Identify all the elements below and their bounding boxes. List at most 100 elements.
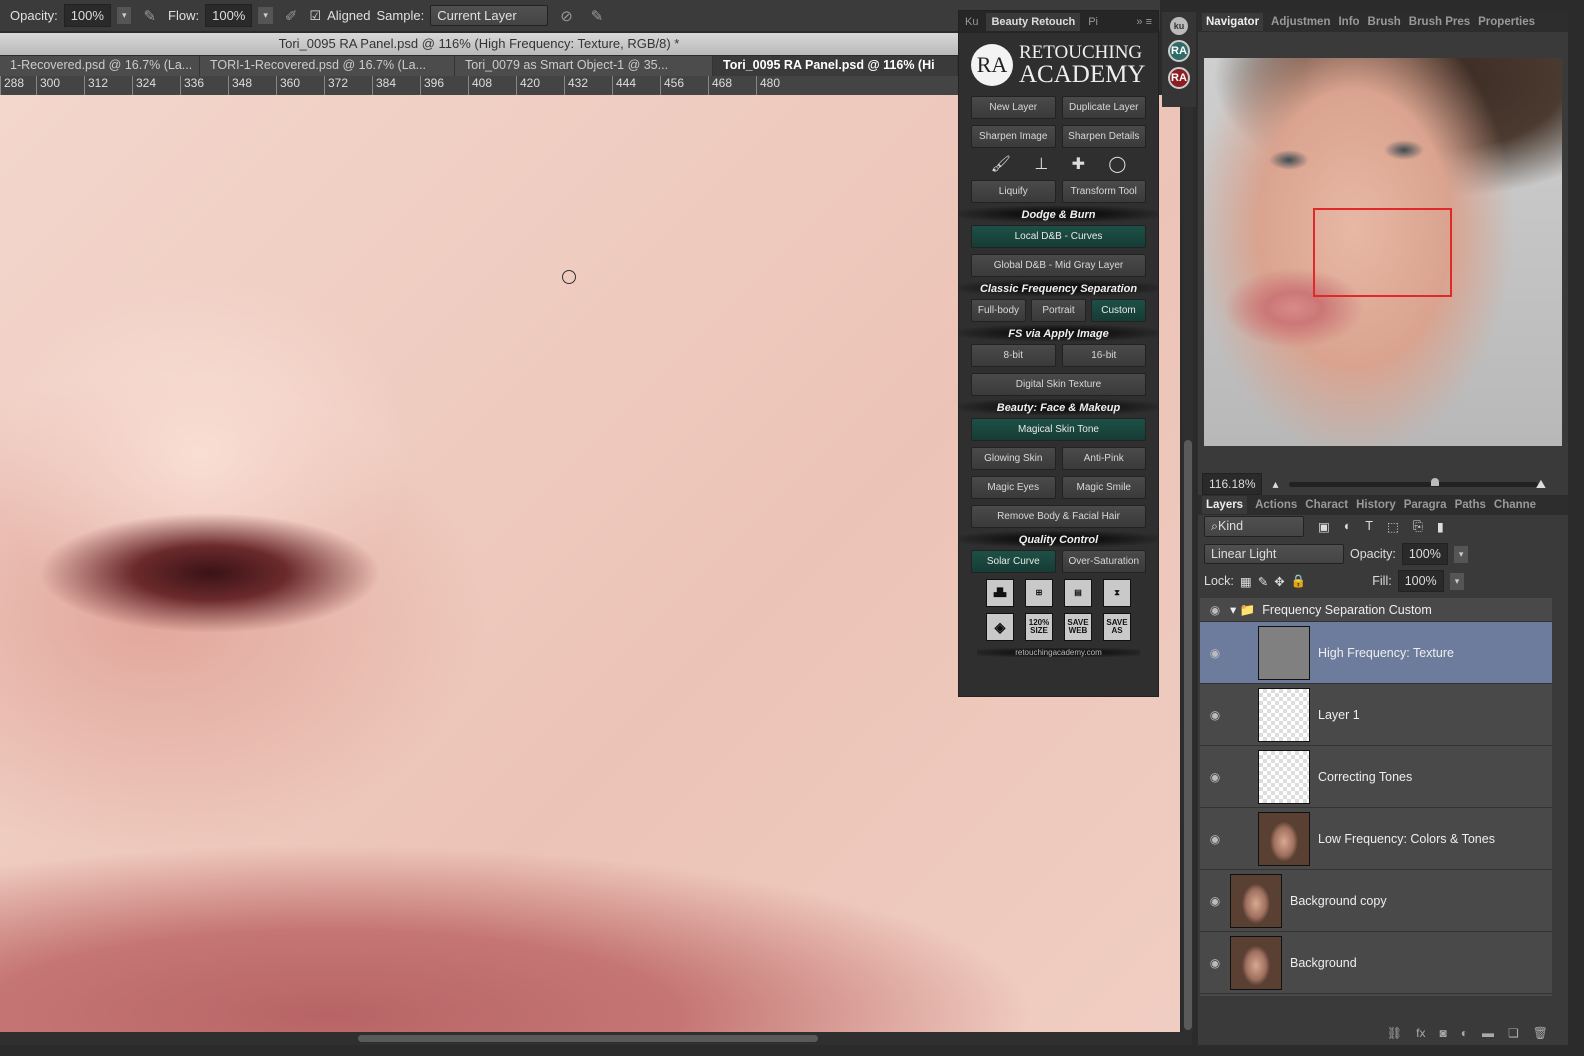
fill-field[interactable]: 100%: [1397, 570, 1444, 592]
duplicate-layer-button[interactable]: Duplicate Layer: [1061, 96, 1146, 119]
new-group-icon[interactable]: ▬: [1482, 1026, 1494, 1040]
website-link[interactable]: retouchingacademy.com: [977, 648, 1140, 657]
layer-opacity-field[interactable]: 100%: [1401, 543, 1448, 565]
airbrush-icon[interactable]: ✐: [285, 7, 298, 25]
new-layer-button[interactable]: New Layer: [971, 96, 1056, 119]
tab-paths[interactable]: Paths: [1455, 499, 1486, 511]
zoom-in-icon[interactable]: ⛰: [1536, 477, 1546, 492]
type-filter-icon[interactable]: T: [1365, 519, 1373, 533]
healing-bandage-icon[interactable]: ✚: [1072, 154, 1085, 174]
size-120-button[interactable]: 120% SIZE: [1025, 613, 1053, 641]
panel-tab-beauty-retouch[interactable]: Beauty Retouch: [986, 13, 1081, 31]
ra-panel-button[interactable]: RA: [1168, 40, 1190, 62]
adjustment-layer-icon[interactable]: ◐: [1461, 1026, 1468, 1040]
portrait-button[interactable]: Portrait: [1031, 299, 1086, 322]
tab-info[interactable]: Info: [1338, 16, 1359, 28]
histogram-icon[interactable]: ▟▙: [986, 579, 1014, 607]
glowing-skin-button[interactable]: Glowing Skin: [971, 447, 1056, 470]
layer-row[interactable]: ◉ Background: [1200, 932, 1552, 994]
pressure-size-icon[interactable]: ✎: [591, 7, 604, 25]
group-expand-icon[interactable]: ▾ 📁: [1230, 602, 1255, 618]
global-db-button[interactable]: Global D&B - Mid Gray Layer: [971, 254, 1146, 277]
gradient-map-icon[interactable]: ▤: [1064, 579, 1092, 607]
lock-pixels-icon[interactable]: ✎: [1258, 574, 1268, 589]
tab-brush[interactable]: Brush: [1368, 16, 1401, 28]
layer-row[interactable]: ◉ High Frequency: Texture: [1200, 622, 1552, 684]
navigator-view-box[interactable]: [1313, 208, 1452, 297]
digital-skin-texture-button[interactable]: Digital Skin Texture: [971, 373, 1146, 396]
sharpen-image-button[interactable]: Sharpen Image: [971, 125, 1056, 148]
lasso-icon[interactable]: ◯: [1108, 154, 1126, 174]
tab-actions[interactable]: Actions: [1255, 499, 1297, 511]
anti-pink-button[interactable]: Anti-Pink: [1061, 447, 1146, 470]
save-as-button[interactable]: SAVE AS: [1103, 613, 1131, 641]
save-web-button[interactable]: SAVE WEB: [1064, 613, 1092, 641]
tab-character[interactable]: Charact: [1305, 499, 1348, 511]
eye-icon[interactable]: ◉: [1200, 646, 1230, 660]
shape-filter-icon[interactable]: ⬚: [1387, 519, 1399, 534]
zoom-out-icon[interactable]: ▴: [1272, 477, 1278, 491]
lock-all-icon[interactable]: 🔒: [1291, 574, 1307, 589]
magic-eyes-button[interactable]: Magic Eyes: [971, 476, 1056, 499]
brush-tool-icon[interactable]: 🖌: [991, 154, 1011, 174]
mask-icon[interactable]: ◙: [1440, 1026, 1447, 1040]
tab-properties[interactable]: Properties: [1478, 16, 1535, 28]
clone-stamp-icon[interactable]: ⊥: [1034, 154, 1048, 174]
zoom-field[interactable]: 116.18%: [1202, 473, 1263, 495]
transform-tool-button[interactable]: Transform Tool: [1061, 180, 1146, 203]
eye-icon[interactable]: ◉: [1200, 956, 1230, 970]
doc-tab[interactable]: TORI-1-Recovered.psd @ 16.7% (La...: [200, 56, 455, 76]
curves-grid-icon[interactable]: ⊞: [1025, 579, 1053, 607]
8-bit-button[interactable]: 8-bit: [971, 344, 1056, 367]
layer-row[interactable]: ◉ Layer 1: [1200, 684, 1552, 746]
layer-row[interactable]: ◉ Background copy: [1200, 870, 1552, 932]
vertical-scroll-thumb[interactable]: [1184, 440, 1192, 1030]
adjustment-filter-icon[interactable]: ◐: [1344, 519, 1352, 533]
tab-brush-presets[interactable]: Brush Pres: [1409, 16, 1470, 28]
full-body-button[interactable]: Full-body: [971, 299, 1026, 322]
lock-position-icon[interactable]: ✥: [1274, 574, 1284, 589]
16-bit-button[interactable]: 16-bit: [1061, 344, 1146, 367]
eye-icon[interactable]: ◉: [1200, 603, 1230, 617]
eye-icon[interactable]: ◉: [1200, 708, 1230, 722]
doc-tab[interactable]: Tori_0079 as Smart Object-1 @ 35...: [455, 56, 713, 76]
panel-tab-pi[interactable]: Pi: [1088, 16, 1098, 28]
sample-select[interactable]: Current Layer: [430, 5, 549, 26]
panel-menu-icon[interactable]: » ≡: [1136, 16, 1158, 28]
filter-toggle[interactable]: ▮: [1437, 519, 1444, 534]
layer-opacity-dropdown[interactable]: ▾: [1453, 545, 1469, 563]
ignore-adjustment-icon[interactable]: ⊘: [560, 7, 573, 25]
filter-kind-select[interactable]: ⌕Kind: [1204, 515, 1304, 537]
doc-tab[interactable]: 1-Recovered.psd @ 16.7% (La...: [0, 56, 200, 76]
tab-layers[interactable]: Layers: [1202, 496, 1248, 514]
hourglass-icon[interactable]: ⧗: [1103, 579, 1131, 607]
eye-icon[interactable]: ◉: [1200, 770, 1230, 784]
tab-history[interactable]: History: [1356, 499, 1396, 511]
new-layer-icon[interactable]: ❏: [1508, 1026, 1519, 1040]
tab-paragraph[interactable]: Paragra: [1404, 499, 1447, 511]
magic-smile-button[interactable]: Magic Smile: [1061, 476, 1146, 499]
link-icon[interactable]: ⛓: [1387, 1026, 1402, 1040]
eye-icon[interactable]: ◉: [1200, 832, 1230, 846]
pixel-filter-icon[interactable]: ▣: [1318, 519, 1330, 534]
smart-object-filter-icon[interactable]: ⎘: [1413, 519, 1423, 534]
magical-skin-tone-button[interactable]: Magical Skin Tone: [971, 418, 1146, 441]
kuler-button[interactable]: ku: [1170, 17, 1188, 35]
custom-button[interactable]: Custom: [1091, 299, 1146, 322]
lock-transparency-icon[interactable]: ▦: [1240, 574, 1252, 589]
local-db-curves-button[interactable]: Local D&B - Curves: [971, 225, 1146, 248]
eye-icon[interactable]: ◉: [1200, 894, 1230, 908]
flow-dropdown[interactable]: ▾: [258, 7, 273, 24]
sharpen-details-button[interactable]: Sharpen Details: [1061, 125, 1146, 148]
trash-icon[interactable]: 🗑: [1533, 1026, 1548, 1040]
fill-dropdown[interactable]: ▾: [1449, 572, 1465, 590]
doc-tab-active[interactable]: Tori_0095 RA Panel.psd @ 116% (Hi: [713, 56, 958, 76]
opacity-dropdown[interactable]: ▾: [116, 7, 132, 24]
layer-group[interactable]: ◉ ▾ 📁 Frequency Separation Custom: [1200, 598, 1552, 622]
panel-tab-ku[interactable]: Ku: [965, 16, 978, 28]
zoom-slider[interactable]: [1288, 477, 1538, 487]
solar-curve-button[interactable]: Solar Curve: [971, 550, 1056, 573]
aligned-checkbox[interactable]: ☑: [309, 8, 321, 24]
layer-row[interactable]: ◉ Low Frequency: Colors & Tones: [1200, 808, 1552, 870]
blend-mode-select[interactable]: Linear Light: [1204, 544, 1344, 564]
